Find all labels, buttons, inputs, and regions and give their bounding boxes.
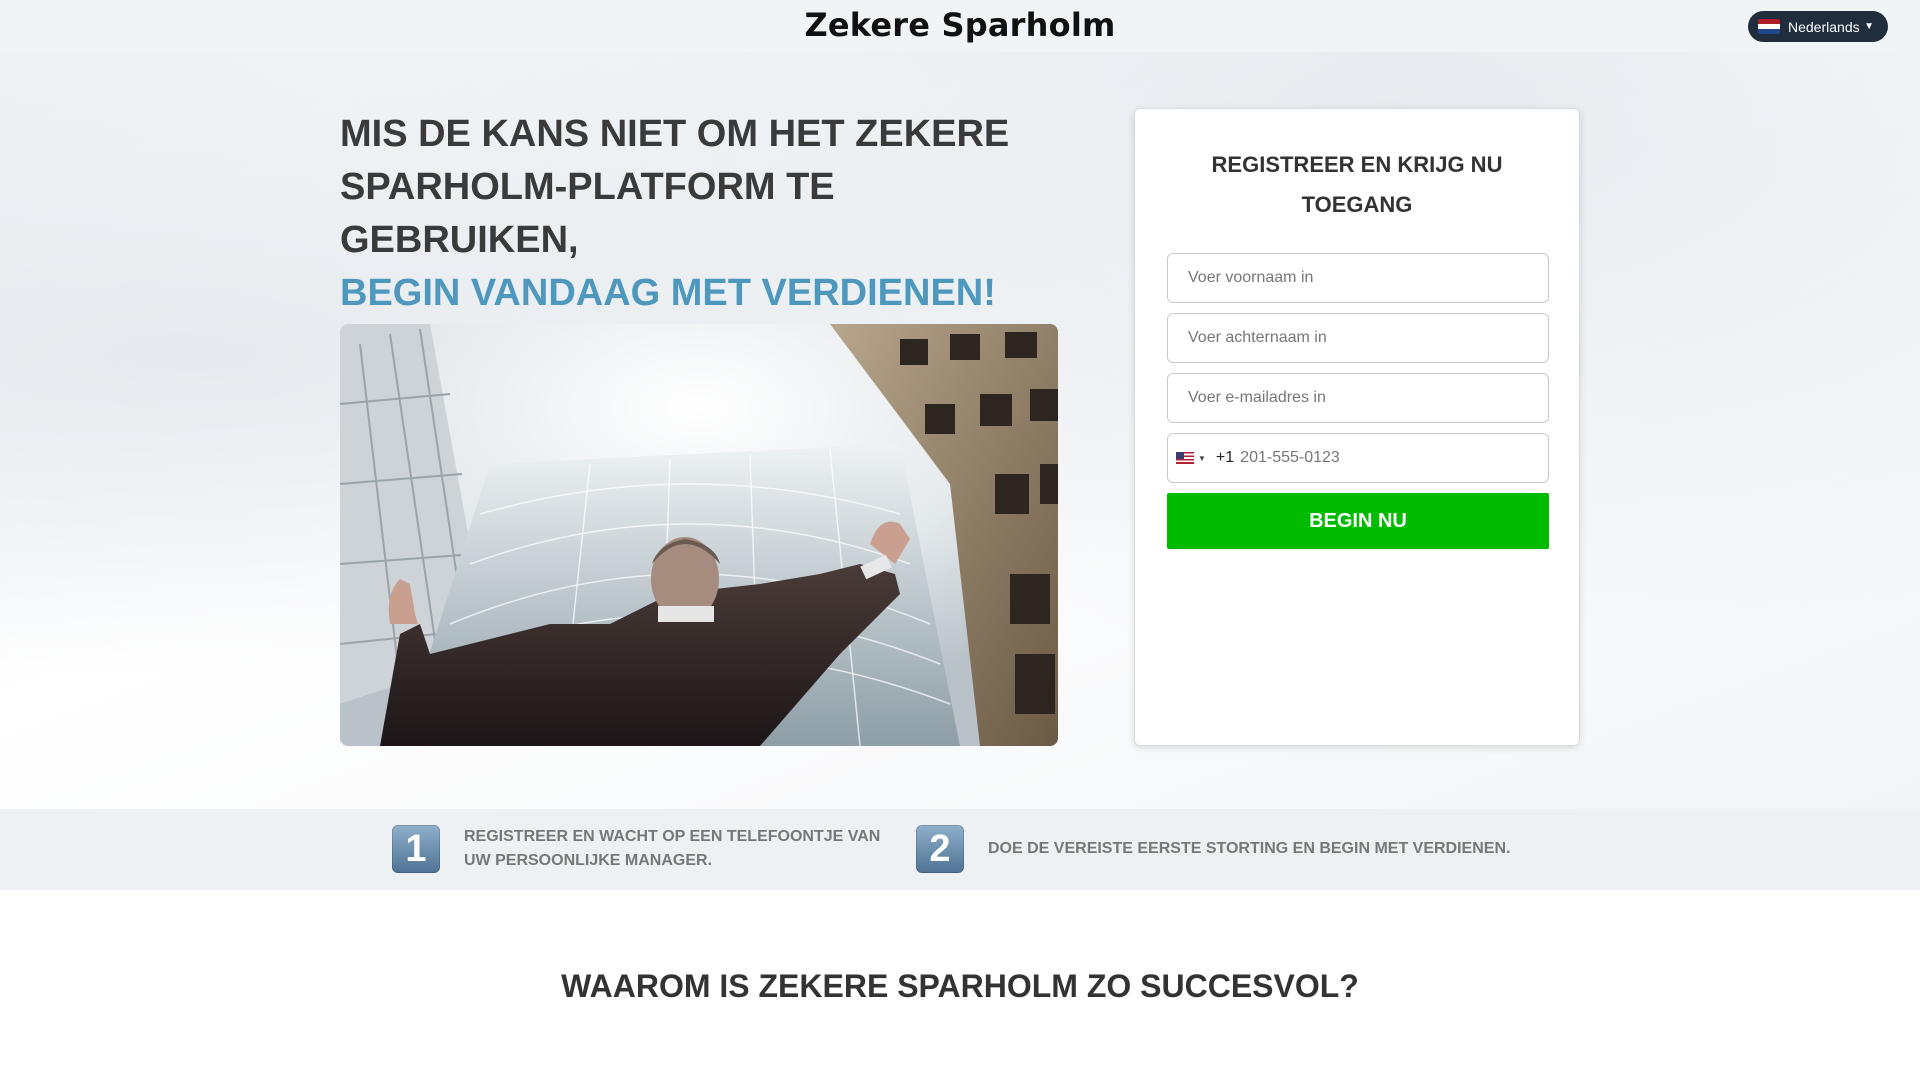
chevron-down-icon[interactable]: ▼ <box>1198 454 1206 463</box>
form-title: REGISTREER EN KRIJG NU TOEGANG <box>1135 145 1579 225</box>
phone-country-code: +1 <box>1215 449 1235 466</box>
netherlands-flag-icon <box>1758 19 1780 34</box>
first-name-input[interactable]: Voer voornaam in <box>1167 253 1549 303</box>
step-2-number-badge: 2 <box>916 825 964 873</box>
email-input[interactable]: Voer e-mailadres in <box>1167 373 1549 423</box>
chevron-down-icon: ▼ <box>1864 21 1874 32</box>
step-1-text-line-1: REGISTREER EN WACHT OP EEN TELEFOONTJE V… <box>464 828 881 845</box>
hero-headline: MIS DE KANS NIET OM HET ZEKERE SPARHOLM-… <box>340 108 1060 320</box>
hero-image <box>340 324 1058 746</box>
why-heading: WAAROM IS ZEKERE SPARHOLM ZO SUCCESVOL? <box>561 968 1359 1004</box>
us-flag-icon[interactable] <box>1176 452 1194 464</box>
steps-bar: 1 REGISTREER EN WACHT OP EEN TELEFOONTJE… <box>0 809 1920 890</box>
top-bar: Zekere Sparholm Nederlands ▼ <box>0 0 1920 52</box>
registration-card: REGISTREER EN KRIJG NU TOEGANG Voer voor… <box>1134 108 1580 746</box>
last-name-input[interactable]: Voer achternaam in <box>1167 313 1549 363</box>
step-1-text: REGISTREER EN WACHT OP EEN TELEFOONTJE V… <box>464 825 880 873</box>
phone-placeholder: 201-555-0123 <box>1240 449 1340 466</box>
step-2-text: DOE DE VEREISTE EERSTE STORTING EN BEGIN… <box>988 840 1511 857</box>
brand-logo: Zekere Sparholm <box>804 6 1116 44</box>
submit-button[interactable]: BEGIN NU <box>1167 493 1549 549</box>
form-title-line-1: REGISTREER EN KRIJG NU <box>1211 152 1503 177</box>
headline-accent: BEGIN VANDAAG MET VERDIENEN! <box>340 272 996 314</box>
headline-line-2: SPARHOLM-PLATFORM TE GEBRUIKEN, <box>340 166 835 261</box>
phone-input[interactable]: ▼ +1 201-555-0123 <box>1167 433 1549 483</box>
step-1-number-badge: 1 <box>392 825 440 873</box>
language-label: Nederlands <box>1788 18 1860 35</box>
form-title-line-2: TOEGANG <box>1301 192 1413 217</box>
step-1-text-line-2: UW PERSOONLIJKE MANAGER. <box>464 852 713 869</box>
headline-line-1: MIS DE KANS NIET OM HET ZEKERE <box>340 113 1010 155</box>
language-selector[interactable]: Nederlands ▼ <box>1748 11 1888 42</box>
